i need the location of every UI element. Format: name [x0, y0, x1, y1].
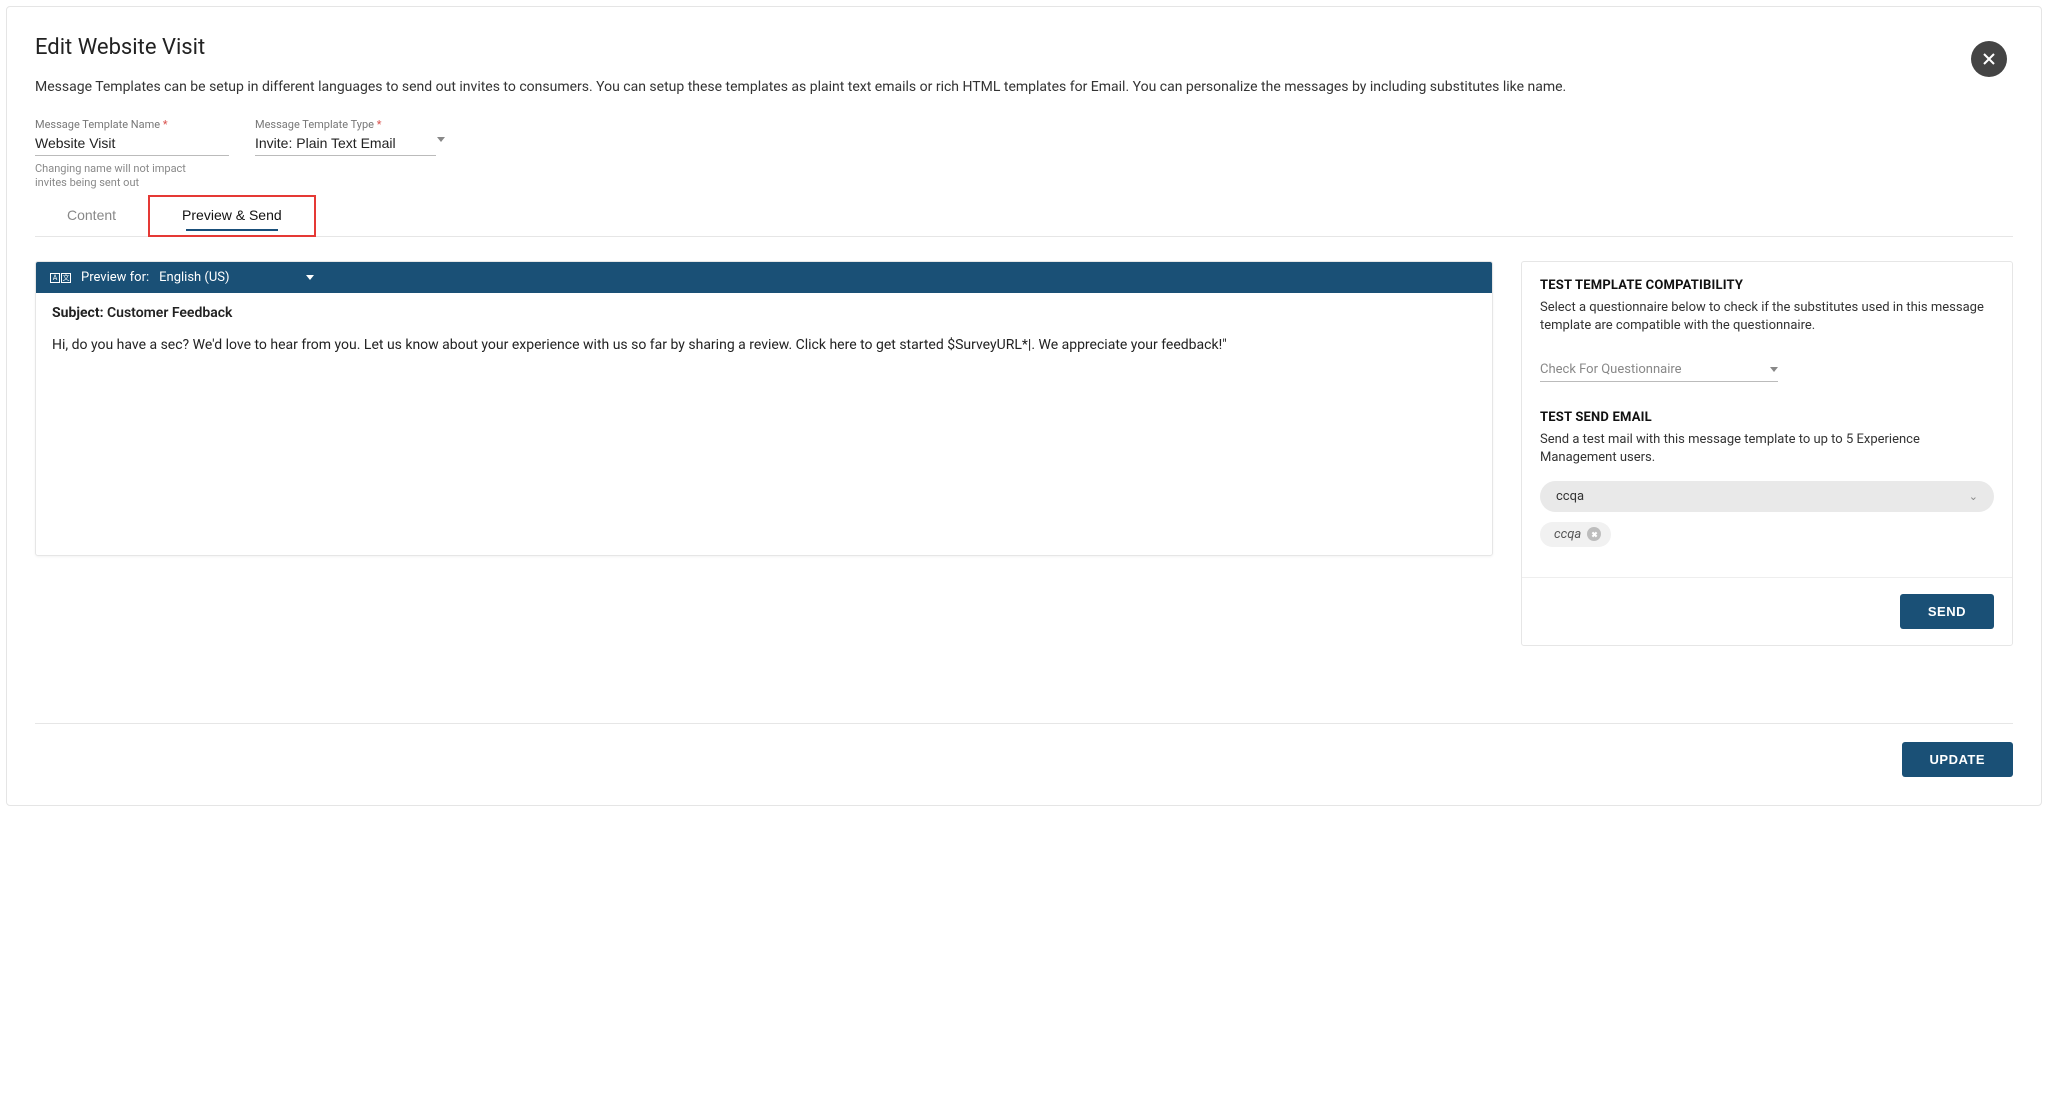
questionnaire-select[interactable]: Check For Questionnaire	[1540, 358, 1778, 382]
test-user-select[interactable]: ccqa ⌄	[1540, 481, 1994, 512]
test-send-desc: Send a test mail with this message templ…	[1540, 431, 1994, 467]
send-button[interactable]: SEND	[1900, 594, 1994, 629]
selected-user-chip: ccqa	[1540, 522, 1611, 547]
preview-header: A文 Preview for: English (US)	[36, 262, 1492, 293]
caret-down-icon	[306, 275, 314, 280]
language-value: English (US)	[159, 270, 229, 285]
questionnaire-placeholder: Check For Questionnaire	[1540, 362, 1682, 377]
tab-content[interactable]: Content	[35, 194, 148, 236]
test-send-section: TEST SEND EMAIL Send a test mail with th…	[1540, 410, 1994, 547]
side-panel: TEST TEMPLATE COMPATIBILITY Select a que…	[1521, 261, 2013, 646]
language-select[interactable]: English (US)	[159, 270, 313, 285]
close-button[interactable]	[1971, 41, 2007, 77]
template-name-field: Message Template Name * Changing name wi…	[35, 118, 229, 191]
test-compat-desc: Select a questionnaire below to check if…	[1540, 299, 1994, 335]
template-type-label: Message Template Type *	[255, 118, 449, 131]
template-name-helper: Changing name will not impact invites be…	[35, 162, 215, 191]
tabs: Content Preview & Send	[35, 194, 2013, 237]
preview-panel: A文 Preview for: English (US) Subject: Cu…	[35, 261, 1493, 556]
template-fields-row: Message Template Name * Changing name wi…	[35, 118, 2013, 191]
template-type-field: Message Template Type *	[255, 118, 449, 191]
template-type-select[interactable]	[255, 133, 449, 156]
test-compatibility-section: TEST TEMPLATE COMPATIBILITY Select a que…	[1540, 278, 1994, 381]
preview-body-text: Hi, do you have a sec? We'd love to hear…	[52, 335, 1476, 355]
update-button[interactable]: UPDATE	[1902, 742, 2013, 777]
tab-preview-send[interactable]: Preview & Send	[148, 195, 316, 237]
side-actions: SEND	[1522, 577, 2012, 645]
edit-message-template-modal: Edit Website Visit Message Templates can…	[6, 6, 2042, 806]
template-name-label: Message Template Name *	[35, 118, 229, 131]
preview-body: Subject: Customer Feedback Hi, do you ha…	[36, 293, 1492, 555]
modal-description: Message Templates can be setup in differ…	[35, 78, 2013, 98]
chip-label: ccqa	[1554, 527, 1581, 542]
preview-for-label: Preview for:	[81, 270, 149, 285]
test-send-title: TEST SEND EMAIL	[1540, 410, 1994, 425]
preview-send-content: A文 Preview for: English (US) Subject: Cu…	[35, 261, 2013, 646]
template-name-input[interactable]	[35, 133, 229, 156]
test-compat-title: TEST TEMPLATE COMPATIBILITY	[1540, 278, 1994, 293]
caret-down-icon	[437, 137, 447, 147]
close-icon	[1981, 51, 1997, 67]
preview-subject: Subject: Customer Feedback	[52, 305, 1476, 321]
chip-remove-button[interactable]	[1587, 527, 1601, 541]
template-type-value[interactable]	[255, 133, 436, 156]
chevron-down-icon: ⌄	[1969, 490, 1978, 503]
language-icon: A文	[50, 273, 71, 283]
test-user-select-value: ccqa	[1556, 489, 1584, 504]
modal-footer: UPDATE	[35, 723, 2013, 777]
modal-title: Edit Website Visit	[35, 35, 2013, 60]
close-icon	[1591, 531, 1598, 538]
caret-down-icon	[1770, 367, 1778, 372]
